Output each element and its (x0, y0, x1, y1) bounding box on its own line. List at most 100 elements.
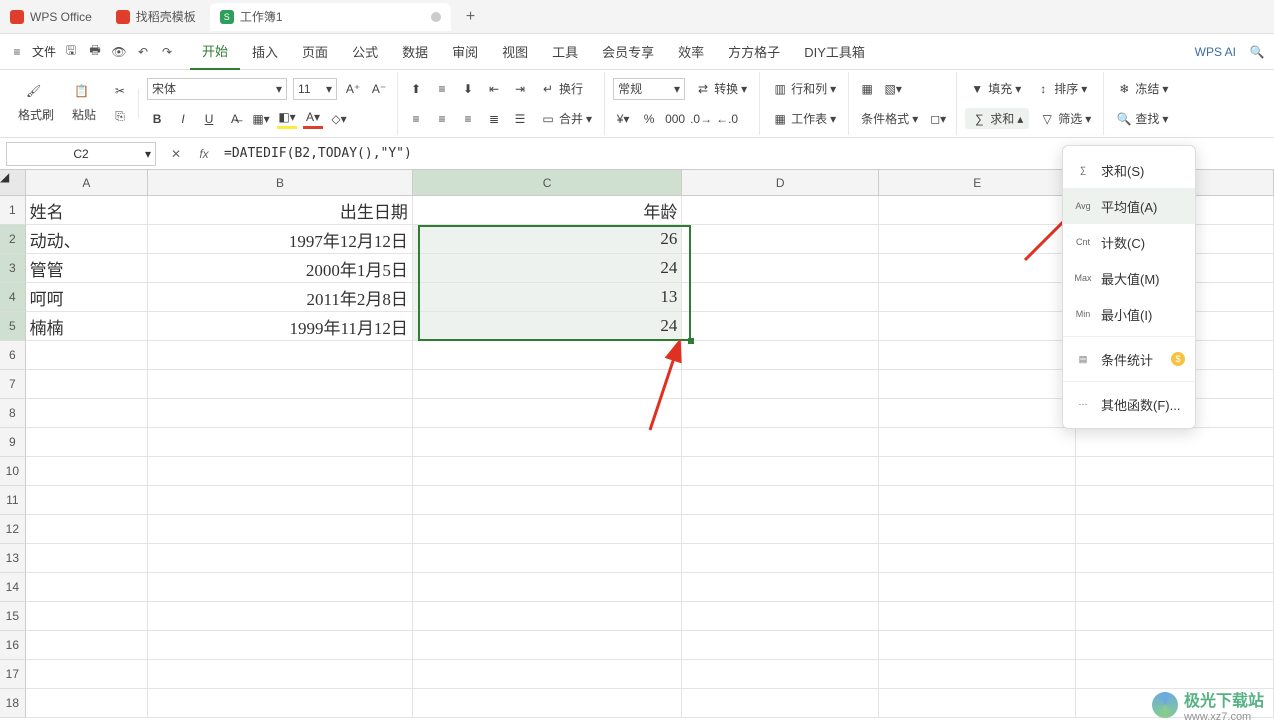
format-painter-button[interactable]: 🖌格式刷 (14, 84, 58, 123)
cell-F10[interactable] (1076, 457, 1274, 486)
save-icon[interactable]: 🖫 (62, 43, 80, 61)
undo-icon[interactable]: ↶ (134, 43, 152, 61)
font-size-select[interactable]: 11▾ (293, 78, 337, 100)
cell-D8[interactable] (682, 399, 879, 428)
cell-E16[interactable] (879, 631, 1077, 660)
cell-B16[interactable] (148, 631, 413, 660)
tab-diy[interactable]: DIY工具箱 (792, 34, 877, 70)
cut-icon[interactable]: ✂ (110, 81, 130, 101)
cell-A15[interactable] (26, 602, 149, 631)
cell-B15[interactable] (148, 602, 413, 631)
cell-B9[interactable] (148, 428, 413, 457)
cell-C13[interactable] (413, 544, 683, 573)
table-style-icon[interactable]: ▦ (857, 79, 877, 99)
cell-E15[interactable] (879, 602, 1077, 631)
cell-style-icon[interactable]: ▧▾ (883, 79, 903, 99)
cell-B6[interactable] (148, 341, 413, 370)
cell-B13[interactable] (148, 544, 413, 573)
menu-icon[interactable]: ≡ (8, 43, 26, 61)
percent-icon[interactable]: % (639, 109, 659, 129)
cell-E8[interactable] (879, 399, 1077, 428)
cell-D4[interactable] (682, 283, 879, 312)
cell-D15[interactable] (682, 602, 879, 631)
cell-A5[interactable]: 楠楠 (26, 312, 149, 341)
cell-D16[interactable] (682, 631, 879, 660)
cell-A8[interactable] (26, 399, 149, 428)
cell-D12[interactable] (682, 515, 879, 544)
wrap-button[interactable]: ↵换行 (536, 78, 587, 99)
cell-A7[interactable] (26, 370, 149, 399)
tab-home[interactable]: 开始 (190, 34, 240, 70)
cell-F12[interactable] (1076, 515, 1274, 544)
align-center-icon[interactable]: ≡ (432, 109, 452, 129)
cell-A4[interactable]: 呵呵 (26, 283, 149, 312)
cond-fmt-button[interactable]: 条件格式▾ (857, 108, 922, 129)
row-header[interactable]: 4 (0, 283, 26, 312)
row-header[interactable]: 16 (0, 631, 26, 660)
crop-icon[interactable]: ◻▾ (928, 109, 948, 129)
cell-A12[interactable] (26, 515, 149, 544)
cell-C15[interactable] (413, 602, 683, 631)
cell-F9[interactable] (1076, 428, 1274, 457)
cell-B14[interactable] (148, 573, 413, 602)
fill-color-icon[interactable]: ◧▾ (277, 109, 297, 129)
cell-A18[interactable] (26, 689, 149, 718)
redo-icon[interactable]: ↷ (158, 43, 176, 61)
cell-E11[interactable] (879, 486, 1077, 515)
cell-F11[interactable] (1076, 486, 1274, 515)
row-header[interactable]: 5 (0, 312, 26, 341)
cell-D2[interactable] (682, 225, 879, 254)
app-tab-workbook[interactable]: S 工作簿1 (210, 3, 451, 31)
cell-B10[interactable] (148, 457, 413, 486)
cell-E18[interactable] (879, 689, 1077, 718)
underline-icon[interactable]: U (199, 109, 219, 129)
increase-font-icon[interactable]: A⁺ (343, 79, 363, 99)
col-header-E[interactable]: E (879, 170, 1077, 195)
sum-button[interactable]: ∑求和▴ (965, 108, 1029, 129)
cell-A16[interactable] (26, 631, 149, 660)
cell-A14[interactable] (26, 573, 149, 602)
row-header[interactable]: 14 (0, 573, 26, 602)
cell-C8[interactable] (413, 399, 683, 428)
cell-C1[interactable]: 年龄 (413, 196, 683, 225)
cell-C4[interactable]: 13 (413, 283, 683, 312)
cell-B12[interactable] (148, 515, 413, 544)
cell-B8[interactable] (148, 399, 413, 428)
col-header-A[interactable]: A (26, 170, 148, 195)
cell-F13[interactable] (1076, 544, 1274, 573)
row-header[interactable]: 12 (0, 515, 26, 544)
preview-icon[interactable]: 👁 (110, 43, 128, 61)
cell-D14[interactable] (682, 573, 879, 602)
cell-A13[interactable] (26, 544, 149, 573)
tab-tools[interactable]: 工具 (540, 34, 590, 70)
fill-button[interactable]: ▼填充▾ (965, 78, 1025, 99)
cell-B2[interactable]: 1997年12月12日 (148, 225, 413, 254)
cell-E7[interactable] (879, 370, 1077, 399)
menu-max[interactable]: Max最大值(M) (1063, 260, 1195, 296)
justify-icon[interactable]: ≣ (484, 109, 504, 129)
new-tab-button[interactable]: + (461, 7, 481, 27)
tab-close-icon[interactable] (431, 12, 441, 22)
app-tab-wps[interactable]: WPS Office (0, 3, 102, 31)
cell-C9[interactable] (413, 428, 683, 457)
cell-D7[interactable] (682, 370, 879, 399)
align-left-icon[interactable]: ≡ (406, 109, 426, 129)
cell-C3[interactable]: 24 (413, 254, 683, 283)
tab-member[interactable]: 会员专享 (590, 34, 666, 70)
freeze-button[interactable]: ❄冻结▾ (1112, 78, 1172, 99)
cell-B18[interactable] (148, 689, 413, 718)
app-tab-template[interactable]: 找稻壳模板 (106, 3, 206, 31)
name-box[interactable]: C2 ▾ (6, 142, 156, 166)
cell-C7[interactable] (413, 370, 683, 399)
font-name-select[interactable]: 宋体▾ (147, 78, 287, 100)
cell-B5[interactable]: 1999年11月12日 (148, 312, 413, 341)
cell-F17[interactable] (1076, 660, 1274, 689)
merge-button[interactable]: ▭合并▾ (536, 108, 596, 129)
clear-format-icon[interactable]: ◇▾ (329, 109, 349, 129)
tab-page[interactable]: 页面 (290, 34, 340, 70)
comma-icon[interactable]: 000 (665, 109, 685, 129)
cell-C10[interactable] (413, 457, 683, 486)
row-header[interactable]: 18 (0, 689, 26, 718)
col-header-B[interactable]: B (148, 170, 413, 195)
col-header-D[interactable]: D (682, 170, 879, 195)
